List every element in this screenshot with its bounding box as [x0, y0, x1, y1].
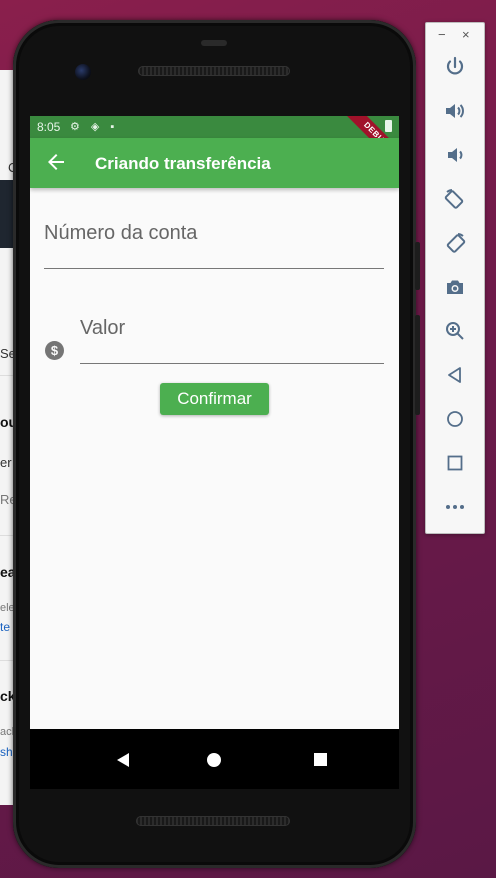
power-icon[interactable] — [443, 55, 467, 79]
phone-top-slot — [201, 40, 227, 46]
top-speaker — [138, 66, 290, 76]
back-icon[interactable] — [443, 363, 467, 387]
android-nav-bar — [30, 729, 399, 789]
volume-up-icon[interactable] — [443, 99, 467, 123]
status-bar: 8:05 ⚙ ◈ ▪ DEBUG — [30, 116, 399, 172]
page-title: Criando transferência — [95, 154, 271, 173]
status-time: 8:05 — [37, 120, 61, 134]
more-icon[interactable] — [443, 495, 467, 519]
overview-icon[interactable] — [443, 451, 467, 475]
app-screen: 8:05 ⚙ ◈ ▪ DEBUG Criando transferência N… — [30, 116, 399, 729]
bg-fragment: er — [0, 455, 12, 470]
emulator-toolbar: − × — [425, 22, 485, 534]
value-input[interactable] — [80, 317, 388, 349]
camera-icon[interactable] — [443, 275, 467, 299]
battery-icon — [385, 120, 392, 132]
phone-frame: 8:05 ⚙ ◈ ▪ DEBUG Criando transferência N… — [13, 20, 420, 868]
account-number-underline — [44, 268, 384, 269]
confirm-button[interactable]: Confirmar — [160, 383, 269, 415]
nav-home-icon[interactable] — [207, 753, 221, 767]
minimize-button[interactable]: − — [438, 27, 446, 42]
front-camera — [75, 64, 91, 80]
status-icons: ⚙ ◈ ▪ — [70, 121, 119, 133]
arrow-left-icon[interactable] — [44, 150, 68, 174]
nav-back-icon[interactable] — [117, 753, 129, 767]
value-underline — [80, 363, 384, 364]
phone-side-button — [415, 242, 420, 290]
app-bar: Criando transferência — [30, 138, 399, 188]
nav-recents-icon[interactable] — [314, 753, 327, 766]
monetization-icon: $ — [45, 341, 64, 360]
bg-fragment: sh — [0, 745, 13, 759]
volume-down-icon[interactable] — [443, 143, 467, 167]
phone-volume-button — [415, 315, 420, 415]
home-icon[interactable] — [443, 407, 467, 431]
zoom-icon[interactable] — [443, 319, 467, 343]
close-button[interactable]: × — [462, 27, 470, 42]
bg-fragment: te — [0, 620, 11, 634]
rotate-left-icon[interactable] — [443, 187, 467, 211]
account-number-input[interactable] — [44, 222, 388, 254]
rotate-right-icon[interactable] — [443, 231, 467, 255]
bottom-speaker — [136, 816, 290, 826]
